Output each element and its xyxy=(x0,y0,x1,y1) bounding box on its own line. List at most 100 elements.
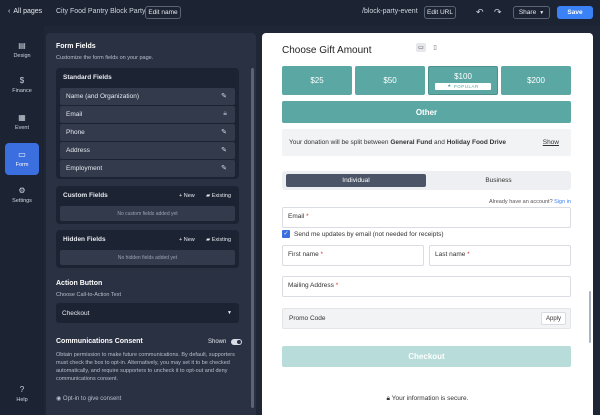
nav-label: Design xyxy=(13,52,31,59)
amount-50-button[interactable]: $50 xyxy=(355,66,425,95)
hidden-fields-title: Hidden Fields xyxy=(63,236,106,243)
other-amount-button[interactable]: Other xyxy=(282,101,571,123)
checkout-button[interactable]: Checkout xyxy=(282,346,571,367)
share-button[interactable]: Share ▼ xyxy=(513,6,550,19)
sign-in-link[interactable]: Sign in xyxy=(554,199,571,205)
pencil-icon[interactable]: ✎ xyxy=(221,146,227,154)
split-fund-2: Holiday Food Drive xyxy=(446,139,506,146)
new-label: New xyxy=(183,193,195,199)
folder-icon: ▰ xyxy=(206,193,211,199)
form-fields-subtitle: Customize the form fields on your page. xyxy=(56,55,154,61)
edit-name-button[interactable]: Edit name xyxy=(145,6,181,19)
mailing-address-field[interactable]: Mailing Address * xyxy=(282,276,571,297)
star-icon: ★ xyxy=(447,83,452,88)
lock-icon: 🔒︎ xyxy=(386,395,391,402)
last-name-field[interactable]: Last name * xyxy=(429,245,571,266)
donor-type-toggle: Individual Business xyxy=(282,171,571,190)
help-icon: ? xyxy=(19,384,25,394)
consent-title: Communications Consent xyxy=(56,338,143,345)
existing-label: Existing xyxy=(211,237,232,243)
mobile-view-icon[interactable]: ▯ xyxy=(430,43,440,52)
email-field[interactable]: Email * xyxy=(282,207,571,228)
nav-label: Settings xyxy=(12,197,32,204)
first-name-field[interactable]: First name * xyxy=(282,245,424,266)
action-button-subtitle: Choose Call-to-Action Text xyxy=(56,292,122,298)
dollar-icon: $ xyxy=(19,75,25,85)
amount-25-button[interactable]: $25 xyxy=(282,66,352,95)
nav-item-design[interactable]: ▤ Design xyxy=(5,34,39,66)
chevron-down-icon: ▼ xyxy=(539,9,545,16)
email-updates-checkbox[interactable]: ✓ xyxy=(282,230,290,238)
field-row-phone[interactable]: Phone ✎ xyxy=(60,124,235,141)
redo-icon[interactable]: ↷ xyxy=(494,7,502,17)
required-mark: * xyxy=(335,282,339,289)
optin-row[interactable]: ◉ Opt-in to give consent xyxy=(56,395,121,402)
amount-100-button[interactable]: $100 ★ POPULAR xyxy=(428,66,498,95)
save-button[interactable]: Save xyxy=(557,6,593,19)
tab-individual[interactable]: Individual xyxy=(286,174,426,187)
pencil-icon[interactable]: ✎ xyxy=(221,92,227,100)
required-mark: * xyxy=(467,251,470,258)
custom-new-button[interactable]: + New xyxy=(179,193,195,199)
all-pages-link[interactable]: ‹ All pages xyxy=(8,8,42,15)
gear-icon: ⚙ xyxy=(18,185,26,195)
apply-promo-button[interactable]: Apply xyxy=(541,312,566,325)
left-nav: ▤ Design $ Finance ▦ Event ▭ Form ⚙ Sett… xyxy=(0,26,44,415)
preview-scrollbar[interactable] xyxy=(589,291,591,343)
standard-fields-box: Standard Fields Name (and Organization) … xyxy=(56,68,239,179)
mailing-label: Mailing Address xyxy=(288,282,334,289)
nav-label: Help xyxy=(16,396,28,403)
consent-shown-label: Shown xyxy=(208,339,227,345)
field-row-email[interactable]: Email 🔒︎ xyxy=(60,106,235,123)
email-updates-label: Send me updates by email (not needed for… xyxy=(294,231,444,238)
pencil-icon[interactable]: ✎ xyxy=(221,164,227,172)
form-settings-panel: Form Fields Customize the form fields on… xyxy=(46,33,256,415)
new-label: New xyxy=(183,237,195,243)
nav-item-form[interactable]: ▭ Form xyxy=(5,143,39,175)
hidden-new-button[interactable]: + New xyxy=(179,237,195,243)
custom-existing-button[interactable]: ▰ Existing xyxy=(206,193,231,199)
custom-fields-title: Custom Fields xyxy=(63,192,108,199)
consent-toggle[interactable] xyxy=(231,339,242,345)
page-url: /block-party-event xyxy=(362,8,418,15)
show-split-link[interactable]: Show xyxy=(543,139,559,146)
sign-in-prompt: Already have an account? Sign in xyxy=(489,199,571,205)
field-label: Address xyxy=(66,147,90,154)
nav-item-finance[interactable]: $ Finance xyxy=(5,69,39,101)
field-label: Phone xyxy=(66,129,85,136)
existing-label: Existing xyxy=(211,193,232,199)
field-row-address[interactable]: Address ✎ xyxy=(60,142,235,159)
pencil-icon[interactable]: ✎ xyxy=(221,128,227,136)
cta-text-select[interactable]: Checkout ▼ xyxy=(56,303,239,323)
field-label: Email xyxy=(66,111,83,118)
undo-icon[interactable]: ↶ xyxy=(476,7,484,17)
tab-business[interactable]: Business xyxy=(430,174,567,187)
login-prefix: Already have an account? xyxy=(489,199,555,205)
nav-label: Form xyxy=(15,161,29,168)
nav-item-help[interactable]: ? Help xyxy=(5,378,39,410)
desktop-view-icon[interactable]: ▭ xyxy=(416,43,426,52)
nav-item-settings[interactable]: ⚙ Settings xyxy=(5,179,39,211)
nav-label: Finance xyxy=(12,87,32,94)
donation-split-notice: Your donation will be split between Gene… xyxy=(282,129,571,156)
hidden-fields-empty: No hidden fields added yet xyxy=(60,250,235,265)
cta-value: Checkout xyxy=(62,309,90,317)
nav-item-event[interactable]: ▦ Event xyxy=(5,106,39,138)
custom-fields-box: Custom Fields + New ▰ Existing No custom… xyxy=(56,186,239,224)
field-row-employment[interactable]: Employment ✎ xyxy=(60,160,235,177)
consent-description: Obtain permission to make future communi… xyxy=(56,352,235,382)
hidden-existing-button[interactable]: ▰ Existing xyxy=(206,237,231,243)
email-label: Email xyxy=(288,213,305,220)
first-name-label: First name xyxy=(288,251,319,258)
amount-value: $100 xyxy=(454,71,472,81)
promo-code-field[interactable]: Promo Code Apply xyxy=(282,308,571,329)
brush-icon: ▤ xyxy=(18,40,26,50)
required-mark: * xyxy=(306,213,309,220)
field-row-name[interactable]: Name (and Organization) ✎ xyxy=(60,88,235,105)
popular-label: POPULAR xyxy=(453,83,479,89)
split-prefix: Your donation will be split between xyxy=(289,139,389,146)
amount-200-button[interactable]: $200 xyxy=(501,66,571,95)
secure-label: Your information is secure. xyxy=(391,395,469,402)
edit-url-button[interactable]: Edit URL xyxy=(424,6,456,19)
panel-scrollbar[interactable] xyxy=(251,68,254,408)
